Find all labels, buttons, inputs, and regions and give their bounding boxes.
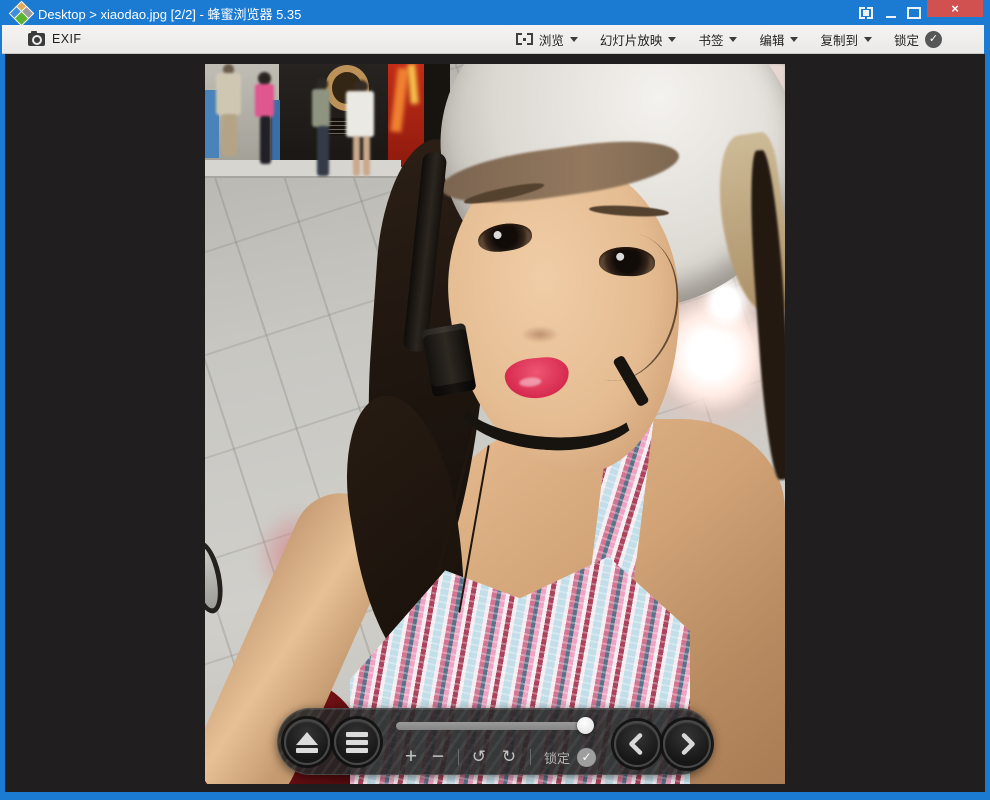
toolbar: EXIF 浏览 幻灯片放映 书签 编辑 复制到: [2, 25, 984, 54]
eject-button[interactable]: [284, 719, 330, 765]
menu-bookmarks[interactable]: 书签: [698, 30, 737, 49]
menu-edit-label: 编辑: [759, 30, 784, 49]
menu-slideshow-label: 幻灯片放映: [600, 30, 663, 49]
previous-image-button[interactable]: [614, 721, 660, 767]
caret-down-icon: [790, 37, 798, 46]
rotate-right-button[interactable]: ↻: [499, 747, 519, 767]
zoom-slider-track[interactable]: [396, 722, 594, 730]
next-image-button[interactable]: [663, 720, 711, 768]
menu-edit[interactable]: 编辑: [759, 30, 798, 49]
close-button[interactable]: ×: [927, 0, 983, 17]
menu-copy-to-label: 复制到: [820, 30, 858, 49]
maximize-icon: [907, 7, 921, 19]
lock-label: 锁定: [544, 748, 570, 767]
zoom-slider-thumb[interactable]: [577, 717, 594, 734]
eject-icon: [296, 732, 318, 745]
check-circle-icon: ✓: [925, 31, 942, 48]
exif-label: EXIF: [52, 32, 81, 46]
caret-down-icon: [864, 37, 872, 46]
menu-lock-label: 锁定: [894, 30, 919, 49]
image-viewer-canvas: + − ↺ ↻ 锁定 ✓: [5, 54, 985, 792]
exif-button[interactable]: EXIF: [28, 25, 81, 53]
menu-button[interactable]: [334, 719, 380, 765]
photo[interactable]: [205, 64, 785, 784]
rotate-left-button[interactable]: ↺: [469, 747, 489, 767]
maximize-button[interactable]: [902, 0, 926, 25]
minimize-icon: [886, 16, 896, 18]
photo-pedestrian: [309, 78, 335, 178]
menu-lines-icon: [346, 732, 368, 737]
zoom-out-button[interactable]: −: [429, 747, 447, 767]
chevron-right-icon: [677, 732, 697, 756]
toolbar-menus: 浏览 幻灯片放映 书签 编辑 复制到 锁定 ✓: [516, 25, 942, 53]
control-bar: + − ↺ ↻ 锁定 ✓: [277, 708, 713, 775]
menu-bookmarks-label: 书签: [698, 30, 723, 49]
zoom-in-button[interactable]: +: [402, 747, 420, 767]
camera-icon: [28, 33, 45, 46]
titlebar: Desktop > xiaodao.jpg [2/2] - 蜂蜜浏览器 5.35…: [0, 0, 990, 25]
lock-toggle[interactable]: ✓: [577, 748, 596, 767]
minimize-button[interactable]: [879, 0, 903, 25]
menu-browse-label: 浏览: [539, 30, 564, 49]
photo-pedestrian: [252, 72, 278, 166]
caret-down-icon: [729, 37, 737, 46]
viewport-frame-icon: [516, 33, 533, 45]
window-title: Desktop > xiaodao.jpg [2/2] - 蜂蜜浏览器 5.35: [38, 4, 301, 23]
photo-pedestrian: [342, 80, 380, 184]
chevron-left-icon: [627, 732, 647, 756]
menu-slideshow[interactable]: 幻灯片放映: [600, 30, 677, 49]
close-icon: ×: [951, 2, 959, 15]
divider: [458, 749, 459, 765]
photo-pedestrian: [213, 64, 243, 159]
menu-copy-to[interactable]: 复制到: [820, 30, 872, 49]
caret-down-icon: [570, 37, 578, 46]
fullscreen-icon: [859, 7, 873, 19]
divider: [530, 749, 531, 765]
control-bar-middle: + − ↺ ↻ 锁定 ✓: [396, 745, 596, 769]
app-logo-icon: [11, 3, 30, 22]
zoom-slider[interactable]: [396, 721, 594, 731]
menu-browse[interactable]: 浏览: [516, 30, 578, 49]
caret-down-icon: [668, 37, 676, 46]
app-window: Desktop > xiaodao.jpg [2/2] - 蜂蜜浏览器 5.35…: [0, 0, 990, 800]
fullscreen-button[interactable]: [853, 0, 879, 25]
menu-lock[interactable]: 锁定 ✓: [894, 30, 942, 49]
